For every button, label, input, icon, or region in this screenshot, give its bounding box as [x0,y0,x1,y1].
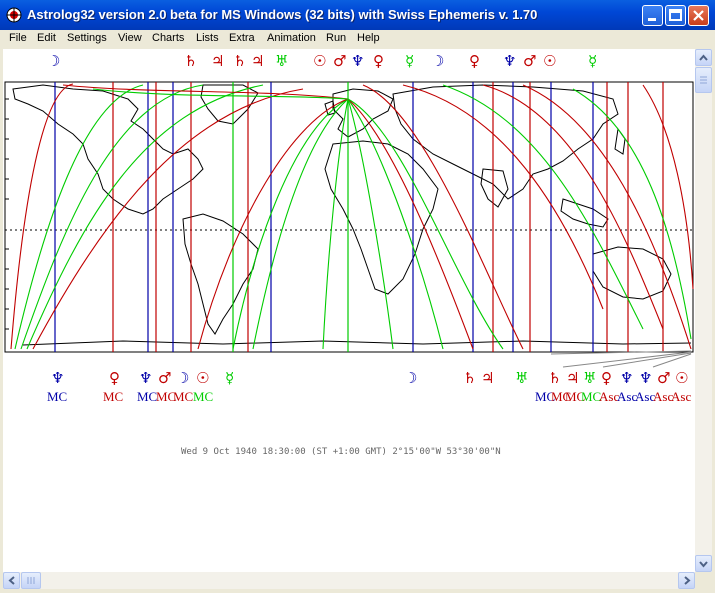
planet-glyph-top: ☿ [405,52,415,70]
menu-view[interactable]: View [118,32,142,44]
planet-glyph-bottom: ☽ [404,369,418,387]
meridian-lines [54,82,664,352]
chevron-right-icon [684,576,691,585]
planet-glyph-bottom: ☽ [176,369,190,387]
chart-info-text: Wed 9 Oct 1940 18:30:00 (ST +1:00 GMT) 2… [181,447,501,457]
planet-glyph-top: ♂ [523,52,537,70]
vertical-scrollbar[interactable] [695,49,712,572]
angle-label: MC [103,389,124,404]
maximize-button[interactable] [665,5,686,26]
planet-glyph-top: ♆ [503,52,517,70]
planet-glyph-bottom: ♀ [601,369,612,387]
chevron-down-icon [699,561,708,568]
astro-map [4,81,694,368]
angle-label: MC [47,389,68,404]
planet-glyph-bottom: ♀ [109,369,120,387]
planet-glyph-top: ♄ [233,52,247,70]
menu-charts[interactable]: Charts [152,32,184,44]
close-icon [693,10,704,21]
planet-glyph-bottom: ♄ [463,369,477,387]
planet-glyph-top: ☽ [431,52,445,70]
scroll-left-button[interactable] [3,572,20,589]
angle-label: MC [193,389,214,404]
menu-settings[interactable]: Settings [67,32,107,44]
chart-canvas[interactable]: ☽ ♄ ♃ ♄ ♃ ♅ ☉ ♂ ♆ ♀ ☿ ☽ ♀ ♆ ♂ ☉ ☿ ♆ ♀ ♆ ♂ ☽ ☉ ☿ ☽ ♄ ♃ ♅ ♄ ♃ ♅ ♀ ♆ ♆ ♂ ☉ MC… [3,49,695,572]
grip-icon [27,577,35,584]
menu-run[interactable]: Run [326,32,346,44]
scroll-right-button[interactable] [678,572,695,589]
minimize-button[interactable] [642,5,663,26]
planet-glyph-bottom: ♂ [657,369,671,387]
maximize-icon [669,9,682,21]
planet-glyph-top: ♄ [184,52,198,70]
map-frame [4,81,694,353]
planet-glyph-top: ☉ [543,52,557,70]
scroll-up-button[interactable] [695,49,712,66]
planet-glyph-bottom: ♄ [548,369,562,387]
planet-glyph-bottom: ♃ [566,369,580,387]
chevron-left-icon [8,576,15,585]
planet-glyph-bottom: ♆ [139,369,153,387]
menu-bar: File Edit Settings View Charts Lists Ext… [0,30,715,49]
angle-label: MC [137,389,158,404]
horizontal-scrollbar[interactable] [3,572,695,589]
menu-extra[interactable]: Extra [229,32,255,44]
planet-glyph-bottom: ☿ [225,369,235,387]
planet-glyph-top: ♀ [373,52,384,70]
map-ticks [5,98,9,330]
menu-help[interactable]: Help [357,32,380,44]
planet-glyph-bottom: ♆ [620,369,634,387]
window-title: Astrolog32 version 2.0 beta for MS Windo… [27,7,538,22]
planet-glyph-bottom: ♂ [158,369,172,387]
label-connectors [550,350,692,368]
vertical-scroll-thumb[interactable] [695,67,712,93]
angle-label: MC [173,389,194,404]
planet-glyph-bottom: ♆ [51,369,65,387]
angle-label: Asc [671,389,692,404]
close-button[interactable] [688,5,709,26]
planet-glyph-bottom: ☉ [675,369,689,387]
menu-animation[interactable]: Animation [267,32,316,44]
menu-edit[interactable]: Edit [37,32,56,44]
size-grip[interactable] [695,572,712,589]
planet-glyph-top: ♅ [275,52,289,70]
planet-glyph-bottom: ☉ [196,369,210,387]
planet-glyph-top: ☿ [588,52,598,70]
planet-glyph-bottom: ♆ [639,369,653,387]
app-icon[interactable] [6,7,22,23]
planet-glyph-top: ♆ [351,52,365,70]
planet-glyph-top: ♃ [251,52,265,70]
scroll-down-button[interactable] [695,555,712,572]
planet-glyph-top: ☉ [313,52,327,70]
planet-glyph-top: ♃ [211,52,225,70]
horizontal-scroll-thumb[interactable] [21,572,41,589]
grip-icon [700,76,707,84]
planet-glyph-top: ♂ [333,52,347,70]
planet-glyph-bottom: ♅ [515,369,529,387]
planet-glyph-bottom: ♃ [481,369,495,387]
planet-glyph-top: ☽ [47,52,61,70]
planet-glyph-bottom: ♅ [583,369,597,387]
menu-lists[interactable]: Lists [196,32,219,44]
minimize-icon [648,18,656,21]
title-bar: Astrolog32 version 2.0 beta for MS Windo… [0,0,715,30]
planet-glyph-top: ♀ [469,52,480,70]
continents [12,84,692,346]
menu-file[interactable]: File [9,32,27,44]
chevron-up-icon [699,54,708,61]
